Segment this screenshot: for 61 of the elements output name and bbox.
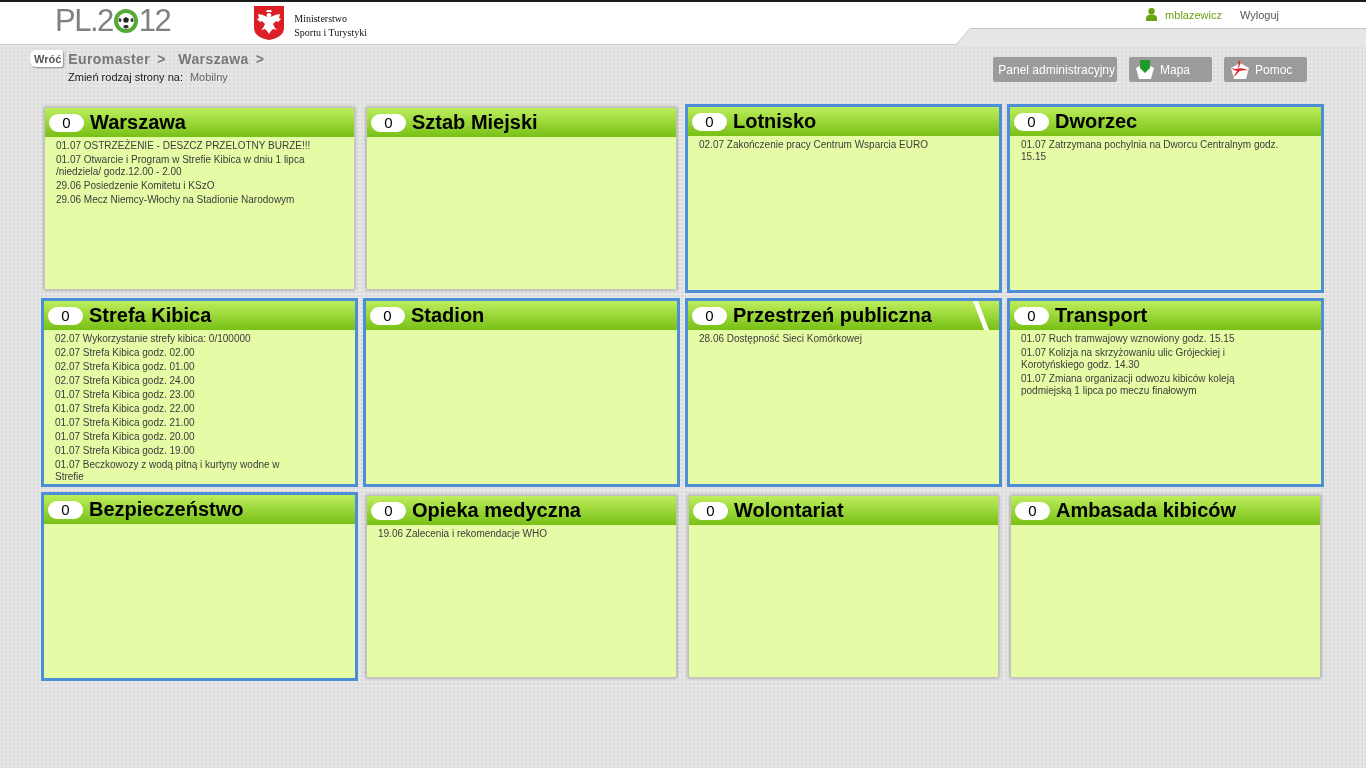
view-switch-label: Zmień rodzaj strony na: [68,71,183,83]
panel-title[interactable]: Sztab Miejski [412,111,538,134]
news-link[interactable]: 29.06 Posiedzenie Komitetu i KSzO [56,180,215,192]
news-link[interactable]: 19.06 Zalecenia i rekomendacje WHO [378,528,547,540]
panel-title[interactable]: Opieka medyczna [412,499,581,522]
panel-title[interactable]: Dworzec [1055,110,1138,133]
news-link[interactable]: 02.07 Strefa Kibica godz. 01.00 [55,361,195,373]
news-link[interactable]: 01.07 Kolizja na skrzyżowaniu ulic Grójeckiej i Korotyńskiego godz. 14.30 [1021,347,1225,371]
panel-title[interactable]: Lotnisko [733,110,817,133]
logo-text: PL.2 [55,6,113,36]
news-link[interactable]: 01.07 Strefa Kibica godz. 19.00 [55,445,195,457]
eagle-emblem-icon [254,6,285,40]
news-link[interactable]: 02.07 Wykorzystanie strefy kibica: 0/100000 [55,333,251,345]
count-badge: 0 [692,306,727,325]
count-badge: 0 [48,306,83,325]
news-link[interactable]: 28.06 Dostępność Sieci Komórkowej [699,333,862,345]
news-link[interactable]: 01.07 Strefa Kibica godz. 22.00 [55,403,195,415]
panel-title[interactable]: Bezpieczeństwo [89,498,244,521]
count-badge: 0 [1015,501,1050,520]
count-badge: 0 [1014,112,1049,131]
panel-title[interactable]: Transport [1055,304,1148,327]
news-link[interactable]: 01.07 Beczkowozy z wodą pitną i kurtyny wodne w Strefie [55,459,280,483]
panel-title[interactable]: Warszawa [90,111,186,134]
breadcrumb-separator: > [255,50,264,67]
count-badge: 0 [692,112,727,131]
back-button[interactable]: Wróć [30,50,64,67]
breadcrumb-link[interactable]: Euromaster [68,50,151,67]
news-link[interactable]: 02.07 Strefa Kibica godz. 02.00 [55,347,195,359]
news-link[interactable]: 01.07 Ruch tramwajowy wznowiony godz. 15.15 [1021,333,1235,345]
count-badge: 0 [370,306,405,325]
panel-title[interactable]: Przestrzeń publiczna [733,304,932,327]
breadcrumb-separator: > [157,50,166,67]
news-link[interactable]: 01.07 Zatrzymana pochylnia na Dworcu Centralnym godz. 15.15 [1021,139,1279,163]
count-badge: 0 [48,500,83,519]
panel-title[interactable]: Strefa Kibica [89,304,212,327]
news-link[interactable]: 01.07 Otwarcie i Program w Strefie Kibica w dniu 1 lipca /niedziela/ godz.12.00 - 2.00 [56,154,305,178]
news-link[interactable]: 01.07 Strefa Kibica godz. 21.00 [55,417,195,429]
ribbon-icon [1230,59,1250,80]
user-icon [1146,8,1158,21]
soccer-ball-icon [113,9,138,33]
mobile-view-link[interactable]: Mobilny [189,71,228,83]
news-link[interactable]: 02.07 Strefa Kibica godz. 24.00 [55,375,195,387]
panel-title[interactable]: Ambasada kibiców [1056,499,1237,522]
breadcrumb-link[interactable]: Warszawa [178,50,249,67]
news-link[interactable]: 01.07 Zmiana organizacji odwozu kibiców koleją podmiejską 1 lipca po meczu finałowym [1021,373,1235,397]
panel-title[interactable]: Wolontariat [734,499,844,522]
news-link[interactable]: 01.07 Strefa Kibica godz. 23.00 [55,389,195,401]
count-badge: 0 [371,113,406,132]
logout-link[interactable]: Wyloguj [1239,8,1279,21]
count-badge: 0 [49,113,84,132]
panel-title[interactable]: Stadion [411,304,485,327]
count-badge: 0 [693,501,728,520]
news-link[interactable]: 01.07 Strefa Kibica godz. 20.00 [55,431,195,443]
count-badge: 0 [371,501,406,520]
news-link[interactable]: 02.07 Zakończenie pracy Centrum Wsparcia EURO [699,139,928,151]
logo-text: 12 [138,6,171,36]
map-pin-icon [1135,59,1155,80]
news-link[interactable]: 01.07 OSTRZEŻENIE - DESZCZ PRZELOTNY BURZE!!! [56,140,311,152]
news-link[interactable]: 29.06 Mecz Niemcy-Włochy na Stadionie Narodowym [56,194,295,206]
count-badge: 0 [1014,306,1049,325]
ministry-name: Ministerstwo Sportu i Turystyki [294,12,368,40]
